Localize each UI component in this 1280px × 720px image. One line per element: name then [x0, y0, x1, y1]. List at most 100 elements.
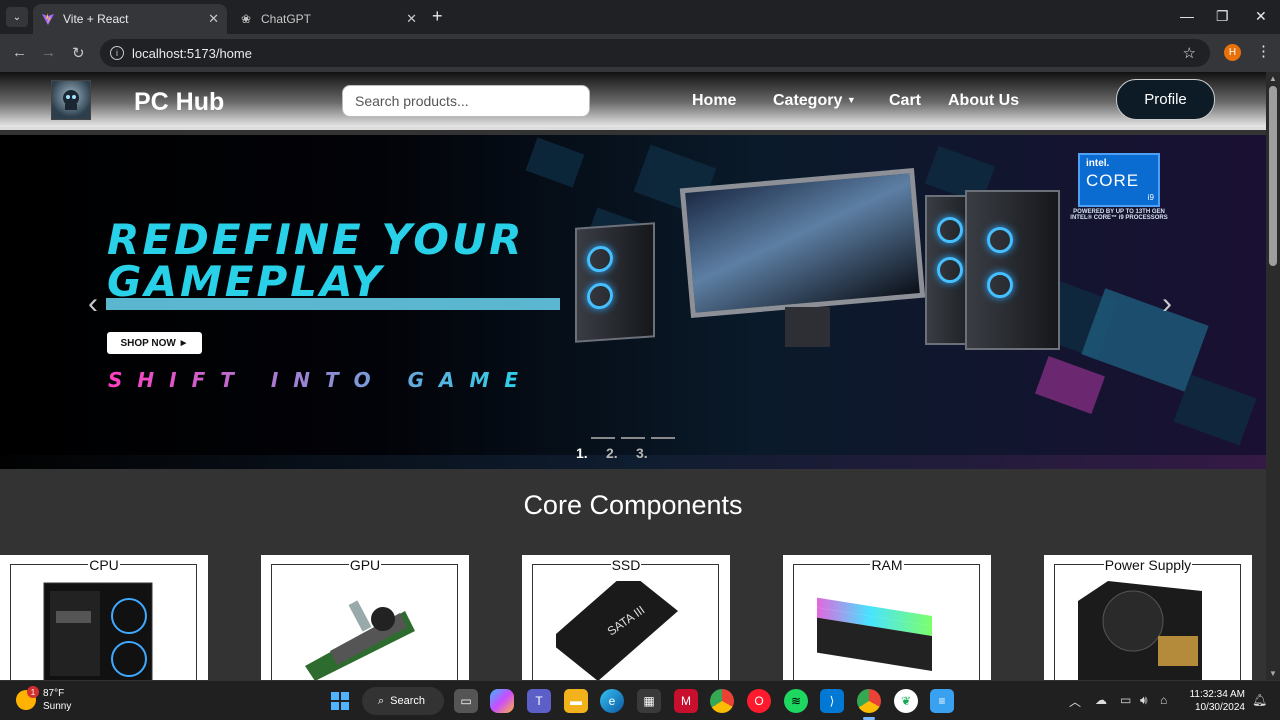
intel-note: POWERED BY UP TO 13TH GEN INTEL® CORE™ i… [1070, 209, 1168, 221]
close-window-icon[interactable]: ✕ [1255, 8, 1267, 25]
taskbar-search-button[interactable]: ⌕ Search [362, 687, 444, 715]
gamer-logo-icon [63, 90, 79, 110]
banner-headline-line1: REDEFINE YOUR [107, 215, 525, 264]
close-tab-icon[interactable]: ✕ [406, 11, 417, 27]
show-hidden-icons-chevron-icon[interactable]: ︿ [1069, 693, 1081, 710]
chatgpt-favicon-icon: ❀ [240, 12, 252, 26]
close-tab-icon[interactable]: ✕ [208, 11, 219, 27]
scroll-down-arrow-icon[interactable]: ▼ [1269, 669, 1277, 678]
nav-link-cart[interactable]: Cart [889, 92, 921, 110]
notepad-icon[interactable]: ≡ [930, 689, 954, 713]
browser-toolbar: ← → ↻ i localhost:5173/home ☆ H ⋮ [0, 34, 1280, 72]
site-logo[interactable] [51, 80, 91, 120]
system-clock[interactable]: 11:32:34 AM 10/30/2024 [1185, 688, 1245, 714]
notifications-bell-icon[interactable]: 🔔︎ [1252, 693, 1267, 707]
product-search-input[interactable]: Search products... [342, 85, 590, 117]
bookmark-star-icon[interactable]: ☆ [1183, 44, 1196, 62]
tab-chatgpt[interactable]: ❀ ChatGPT ✕ [231, 4, 425, 34]
clock-date: 10/30/2024 [1194, 702, 1245, 713]
tab-title: Vite + React [63, 12, 129, 26]
gpu-card-image [305, 600, 415, 680]
card-label: RAM [783, 557, 991, 573]
card-label-text: CPU [88, 557, 120, 573]
ssd-drive-image: SATA III [556, 581, 678, 680]
maximize-icon[interactable]: ❐ [1216, 8, 1229, 25]
network-icon[interactable]: ⌂ [1160, 693, 1167, 707]
teams-icon[interactable]: T [527, 689, 551, 713]
site-brand[interactable]: PC Hub [134, 88, 224, 117]
task-view-icon[interactable]: ▭ [454, 689, 478, 713]
card-label: CPU [0, 557, 208, 573]
intel-product: CORE [1086, 171, 1140, 190]
onedrive-cloud-icon[interactable]: ☁ [1095, 693, 1107, 707]
tab-search-button[interactable]: ⌄ [6, 7, 28, 27]
taskbar-search-label: Search [390, 695, 426, 707]
volume-icon[interactable]: 🔊︎ [1140, 693, 1148, 708]
carousel-indicators: 1. 2. 3. [576, 437, 675, 461]
reload-icon[interactable]: ↻ [72, 44, 85, 62]
card-label: GPU [261, 557, 469, 573]
forward-arrow-icon[interactable]: → [41, 44, 56, 61]
component-card-cpu[interactable]: CPU [0, 555, 208, 680]
weather-temp: 87°F [43, 688, 65, 699]
scroll-up-arrow-icon[interactable]: ▲ [1269, 74, 1277, 83]
page-scrollbar[interactable]: ▲ ▼ [1266, 72, 1280, 680]
new-tab-icon[interactable]: + [432, 6, 443, 27]
intel-core-badge: intel. CORE i9 [1078, 153, 1160, 207]
card-label-text: GPU [348, 557, 382, 573]
sun-icon: 1 [16, 686, 39, 710]
nav-link-category[interactable]: Category ▼ [773, 92, 856, 110]
banner-tagline: SHIFT INTO GAME [108, 368, 534, 392]
copilot-icon[interactable] [490, 689, 514, 713]
site-navbar: PC Hub Search products... Home Category … [0, 72, 1266, 130]
chrome-profile-icon[interactable] [857, 689, 881, 713]
carousel-indicator-2[interactable]: 2. [606, 437, 645, 461]
card-label: Power Supply [1044, 557, 1252, 573]
web-page: PC Hub Search products... Home Category … [0, 72, 1266, 680]
device-icon[interactable]: ▭ [1120, 693, 1131, 707]
carousel-prev-chevron-icon[interactable]: ‹ [88, 287, 98, 321]
vite-favicon-icon [41, 12, 55, 26]
gaming-monitor-image [679, 168, 926, 318]
power-supply-image [1078, 581, 1202, 680]
weather-widget[interactable]: 1 87°F Sunny [16, 686, 71, 713]
carousel-indicator-3[interactable]: 3. [636, 437, 675, 461]
shop-now-button[interactable]: SHOP NOW ► [107, 332, 202, 354]
browser-profile-avatar[interactable]: H [1224, 44, 1241, 61]
back-arrow-icon[interactable]: ← [12, 44, 27, 61]
spotify-icon[interactable]: ≋ [784, 689, 808, 713]
file-explorer-icon[interactable]: ▬ [564, 689, 588, 713]
opera-icon[interactable]: O [747, 689, 771, 713]
component-card-ram[interactable]: RAM [783, 555, 991, 680]
address-bar[interactable]: i localhost:5173/home ☆ [100, 39, 1210, 67]
vscode-icon[interactable]: ⟩ [820, 689, 844, 713]
mongodb-compass-icon[interactable]: ❦ [894, 689, 918, 713]
profile-button[interactable]: Profile [1116, 79, 1215, 120]
mcafee-icon[interactable]: M [674, 689, 698, 713]
browser-tab-strip: ⌄ Vite + React ✕ ❀ ChatGPT ✕ + — ❐ ✕ [0, 0, 1280, 34]
windows-taskbar: 1 87°F Sunny ⌕ Search ▭ T ▬ e ▦ M O ≋ ⟩ … [0, 680, 1280, 720]
component-card-gpu[interactable]: GPU [261, 555, 469, 680]
minimize-icon[interactable]: — [1180, 8, 1194, 24]
component-card-ssd[interactable]: SSD SATA III [522, 555, 730, 680]
banner-accent-bar [106, 298, 560, 310]
scrollbar-thumb[interactable] [1269, 86, 1277, 266]
nav-link-category-label: Category [773, 92, 843, 109]
carousel-next-chevron-icon[interactable]: › [1162, 287, 1172, 321]
card-label: SSD [522, 557, 730, 573]
edge-icon[interactable]: e [600, 689, 624, 713]
component-card-power-supply[interactable]: Power Supply [1044, 555, 1252, 680]
nav-link-about-us[interactable]: About Us [948, 92, 1019, 110]
tab-vite-react[interactable]: Vite + React ✕ [33, 4, 227, 34]
notification-badge: 1 [27, 686, 39, 698]
nav-link-home[interactable]: Home [692, 92, 736, 110]
weather-text: 87°F Sunny [43, 687, 71, 713]
windows-start-icon[interactable] [328, 689, 352, 713]
microsoft-store-icon[interactable]: ▦ [637, 689, 661, 713]
chrome-icon[interactable] [710, 689, 734, 713]
carousel-indicator-1[interactable]: 1. [576, 437, 615, 461]
card-label-text: Power Supply [1103, 557, 1193, 573]
site-info-icon[interactable]: i [110, 46, 124, 60]
caret-down-icon: ▼ [846, 95, 856, 105]
browser-menu-icon[interactable]: ⋮ [1256, 42, 1271, 60]
